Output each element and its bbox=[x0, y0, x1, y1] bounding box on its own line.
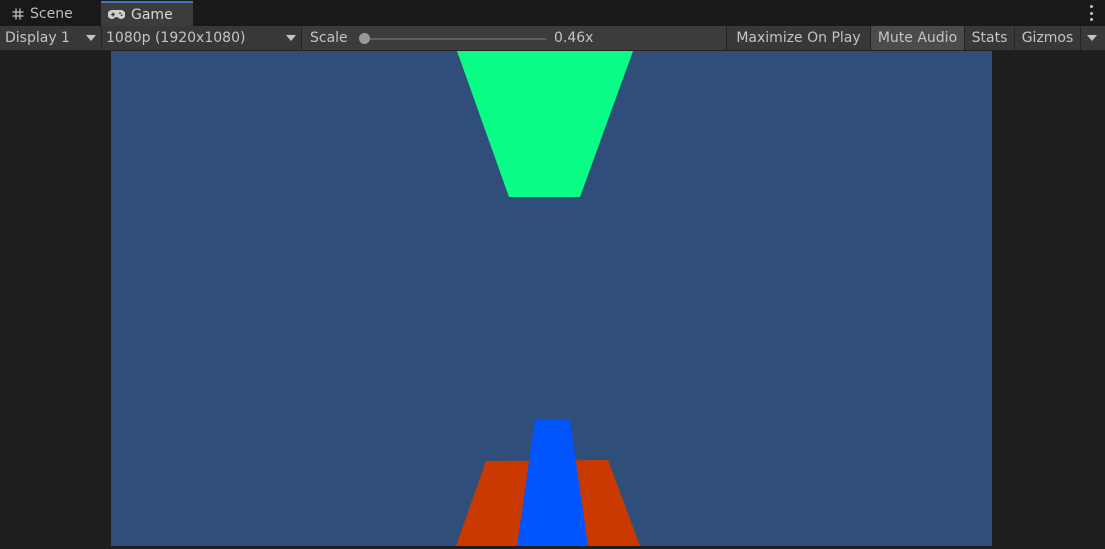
tab-scene[interactable]: Scene bbox=[0, 1, 100, 26]
scale-slider-track[interactable] bbox=[363, 38, 546, 40]
gamepad-icon bbox=[108, 9, 125, 20]
grid-icon bbox=[12, 8, 24, 20]
maximize-on-play-label: Maximize On Play bbox=[736, 30, 861, 46]
blue-lane bbox=[517, 420, 588, 546]
chevron-down-icon bbox=[1087, 35, 1097, 41]
scale-slider-thumb[interactable] bbox=[359, 33, 370, 44]
display-dropdown-label: Display 1 bbox=[5, 30, 70, 46]
chevron-down-icon bbox=[286, 35, 296, 41]
tab-game-label: Game bbox=[131, 6, 173, 23]
gizmos-button[interactable]: Gizmos bbox=[1014, 26, 1080, 50]
tab-scene-label: Scene bbox=[30, 5, 73, 22]
unity-game-window: Scene Game Display 1 1080p (1920x1080) S… bbox=[0, 0, 1105, 549]
resolution-dropdown[interactable]: 1080p (1920x1080) bbox=[102, 26, 302, 50]
scale-label: Scale bbox=[310, 30, 348, 46]
tab-game[interactable]: Game bbox=[101, 1, 193, 26]
chevron-down-icon bbox=[86, 35, 96, 41]
game-render bbox=[456, 51, 640, 546]
mute-audio-label: Mute Audio bbox=[877, 30, 958, 46]
resolution-dropdown-label: 1080p (1920x1080) bbox=[106, 30, 246, 46]
game-viewport[interactable] bbox=[111, 51, 992, 546]
scale-value: 0.46x bbox=[554, 30, 594, 46]
display-dropdown[interactable]: Display 1 bbox=[0, 26, 102, 50]
gizmos-label: Gizmos bbox=[1021, 30, 1074, 46]
stats-button[interactable]: Stats bbox=[964, 26, 1014, 50]
tab-bar: Scene Game bbox=[0, 0, 1105, 26]
stats-label: Stats bbox=[971, 30, 1008, 46]
gizmos-dropdown[interactable] bbox=[1080, 26, 1105, 50]
more-options-icon[interactable] bbox=[1089, 5, 1093, 21]
mute-audio-button[interactable]: Mute Audio bbox=[870, 26, 964, 50]
maximize-on-play-button[interactable]: Maximize On Play bbox=[726, 26, 870, 50]
green-trapezoid bbox=[457, 51, 633, 197]
game-toolbar: Display 1 1080p (1920x1080) Scale 0.46x … bbox=[0, 26, 1105, 51]
